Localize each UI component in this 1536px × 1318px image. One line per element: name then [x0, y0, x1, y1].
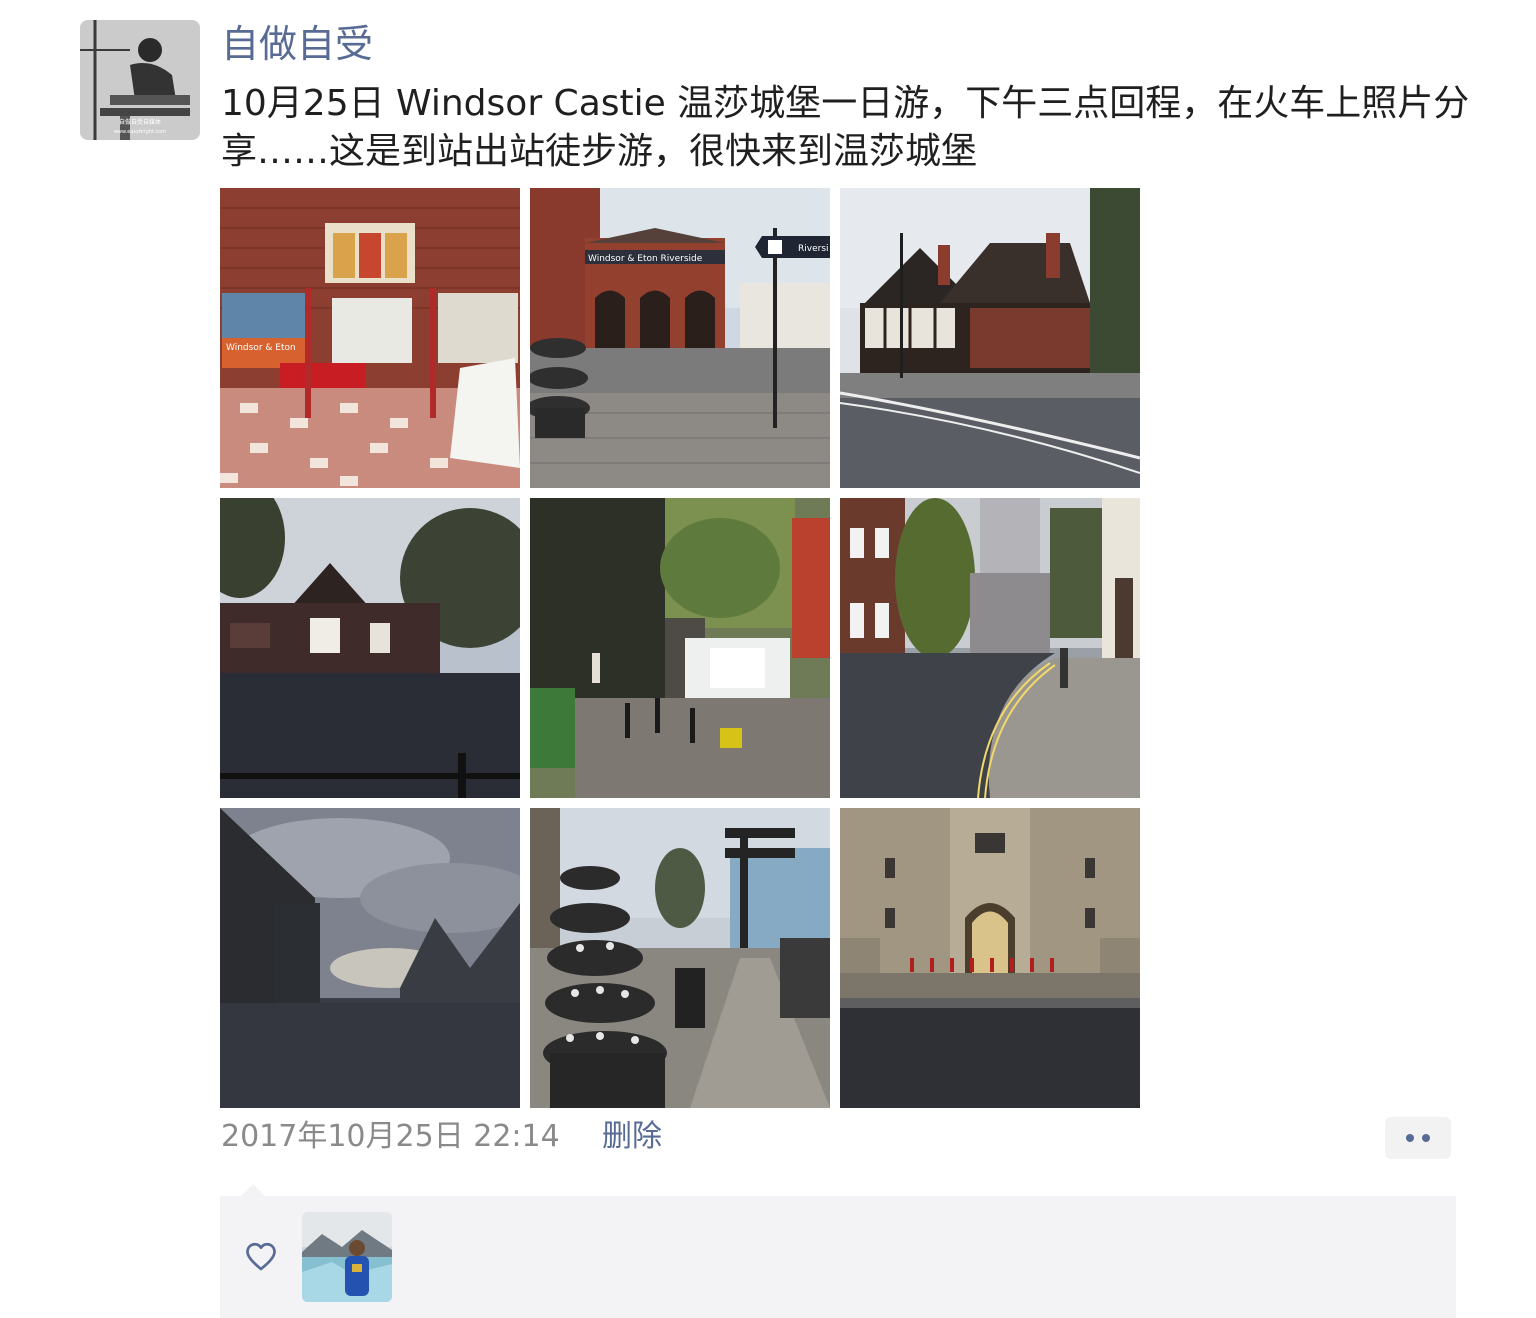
photo-grid: Windsor & Eton Windsor & Eton Riverside …	[220, 188, 1140, 1108]
liker-avatar[interactable]	[302, 1212, 392, 1302]
photo-3[interactable]	[840, 188, 1140, 488]
photo-sign: Windsor & Eton	[226, 343, 296, 353]
flower-tower-photo	[530, 808, 830, 1108]
avatar-watermark-bottom: www.easybright.com	[114, 129, 166, 135]
photo-sign: Riversi	[798, 244, 829, 254]
photo-5[interactable]	[530, 498, 830, 798]
photo-2[interactable]: Windsor & Eton Riverside Riversi	[530, 188, 830, 488]
castle-gate-photo	[840, 808, 1140, 1108]
photo-4[interactable]	[220, 498, 520, 798]
post-timestamp: 2017年10月25日 22:14	[221, 1119, 560, 1154]
cloudy-street-photo	[220, 808, 520, 1108]
avatar-workshop-photo-icon: 自做自受自媒体 www.easybright.com	[80, 20, 200, 140]
photo-7[interactable]	[220, 808, 520, 1108]
more-dots-icon	[1422, 1134, 1430, 1142]
riverside-station-photo: Windsor & Eton Riverside Riversi	[530, 188, 830, 488]
more-button[interactable]	[1385, 1117, 1451, 1159]
photo-8[interactable]	[530, 808, 830, 1108]
delete-button[interactable]: 删除	[602, 1115, 662, 1159]
author-avatar[interactable]: 自做自受自媒体 www.easybright.com	[80, 20, 200, 140]
van-street-photo	[530, 498, 830, 798]
avatar-watermark-top: 自做自受自媒体	[119, 118, 161, 126]
more-dots-icon	[1406, 1134, 1414, 1142]
curved-street-photo	[840, 498, 1140, 798]
post-text: 10月25日 Windsor Castie 温莎城堡一日游，下午三点回程，在火车…	[221, 83, 1470, 172]
photo-9[interactable]	[840, 808, 1140, 1108]
photo-1[interactable]: Windsor & Eton	[220, 188, 520, 488]
station-building-photo	[220, 498, 520, 798]
heart-outline-icon	[246, 1242, 276, 1271]
glacier-portrait-avatar	[302, 1212, 392, 1302]
photo-6[interactable]	[840, 498, 1140, 798]
tudor-house-photo	[840, 188, 1140, 488]
likes-panel	[220, 1196, 1456, 1318]
author-name[interactable]: 自做自受	[221, 18, 373, 70]
photo-sign: Windsor & Eton Riverside	[588, 254, 703, 264]
station-interior-photo: Windsor & Eton	[220, 188, 520, 488]
